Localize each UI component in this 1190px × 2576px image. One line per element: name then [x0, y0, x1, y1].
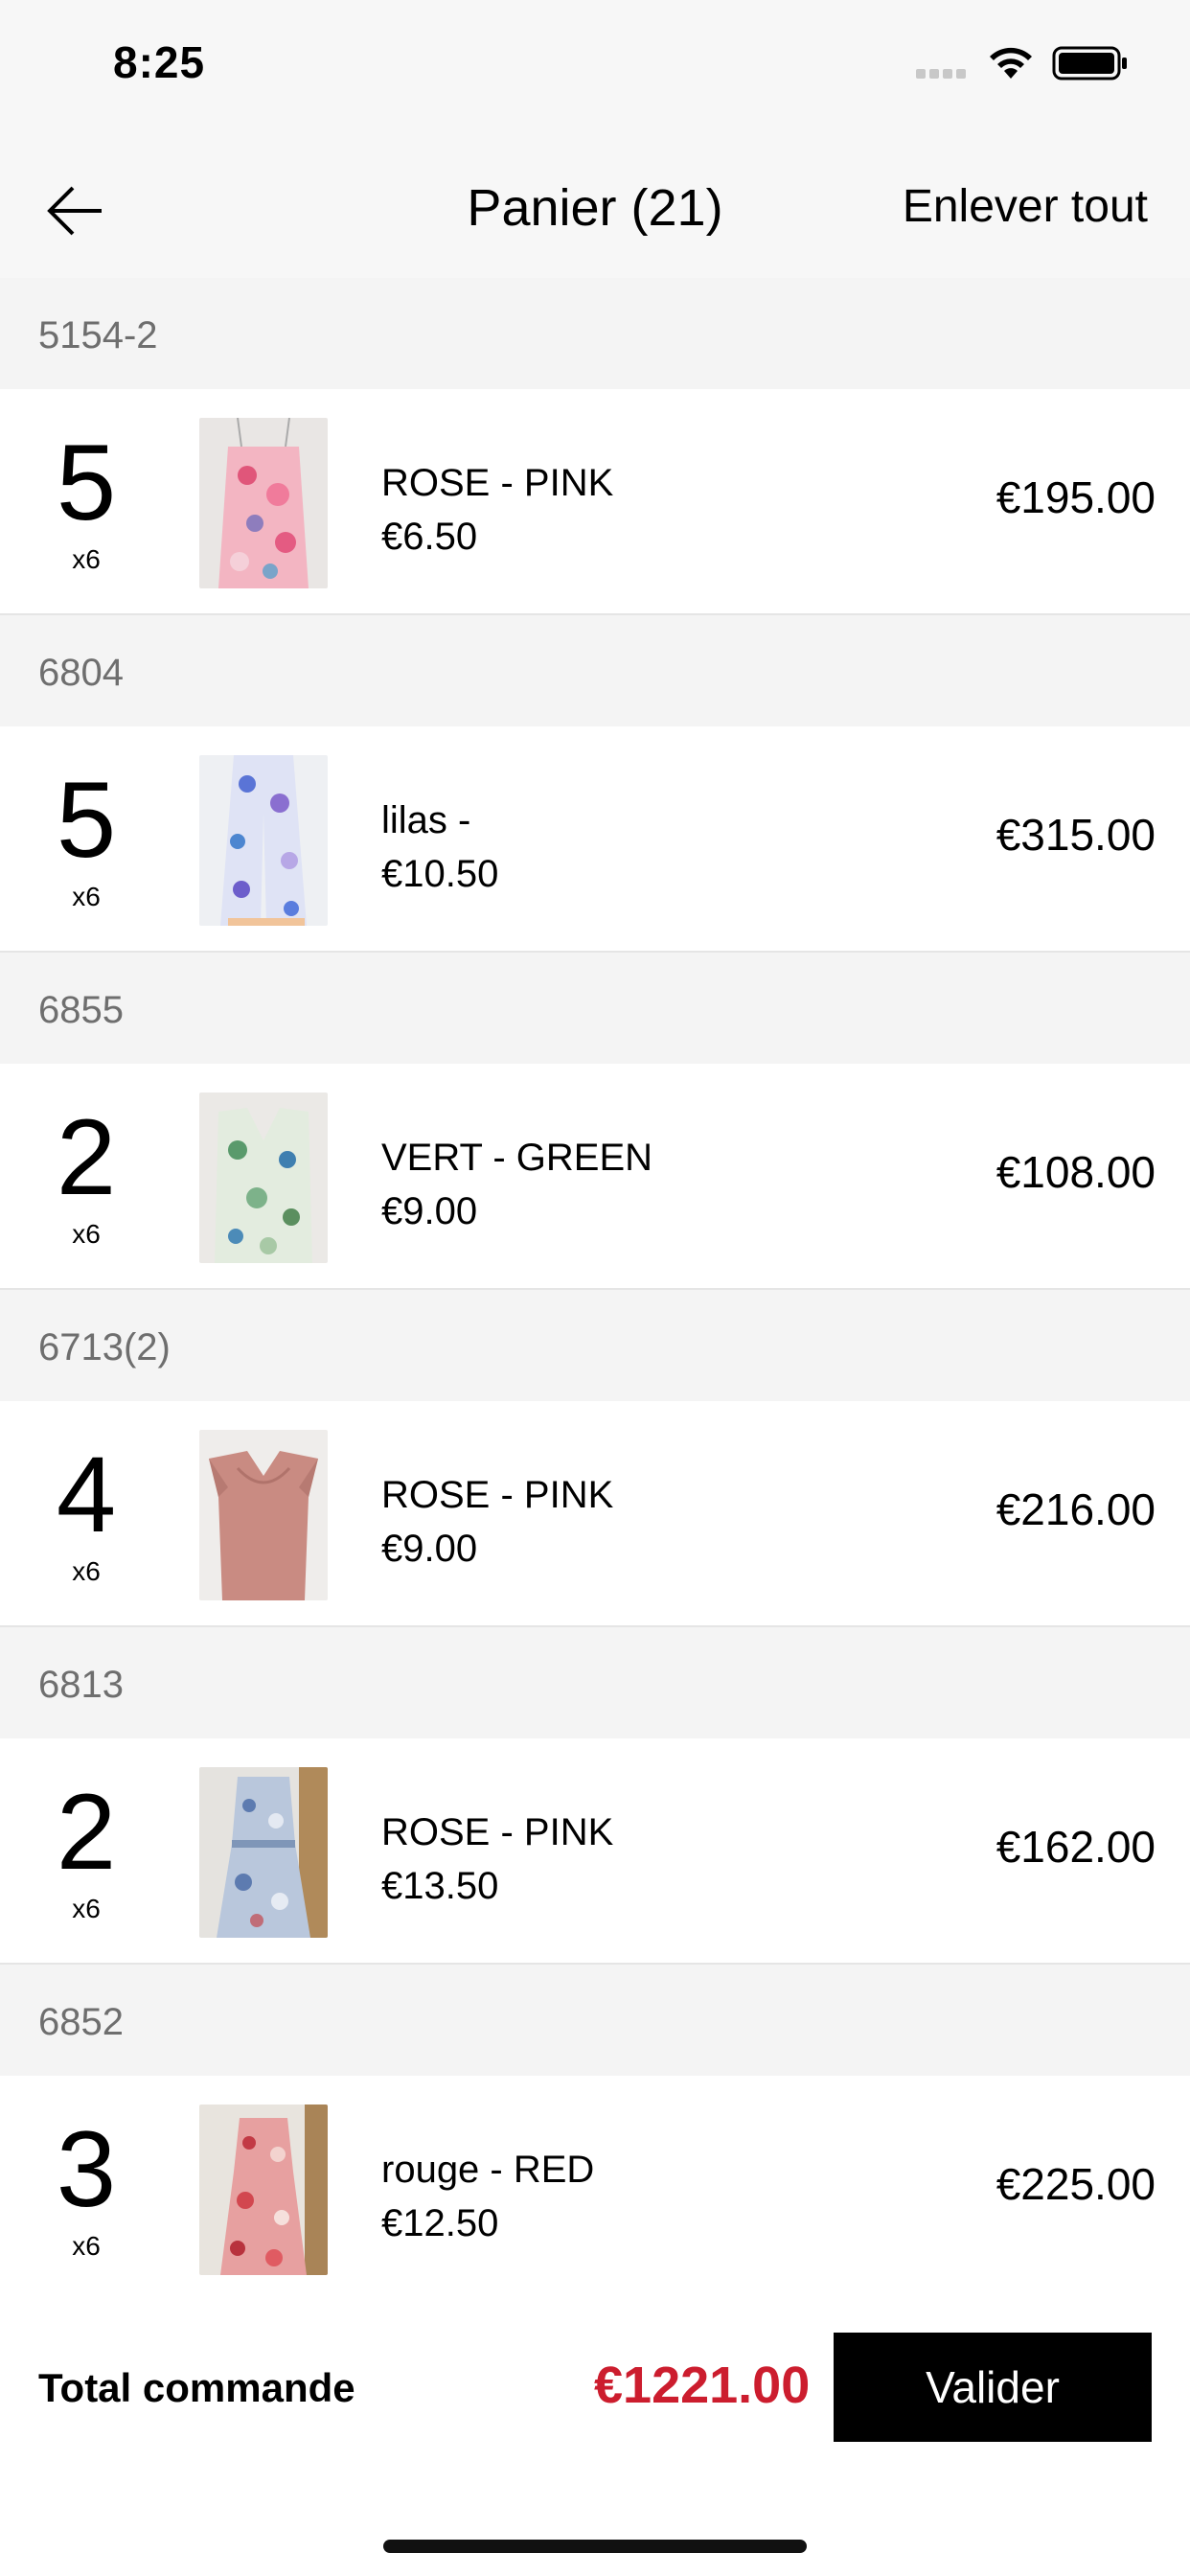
product-thumbnail-blue-floral-dress[interactable]	[199, 1767, 328, 1938]
product-thumbnail-red-floral-dress[interactable]	[199, 2104, 328, 2275]
cart-list: 5154-2 5 x6 ROSE - PINK €6.50 €195.00 68…	[0, 278, 1190, 2302]
item-color: ROSE - PINK	[381, 462, 614, 504]
section-header: 6713(2)	[0, 1290, 1190, 1401]
cart-item-row[interactable]: 5 x6 ROSE - PINK €6.50 €195.00	[0, 389, 1190, 615]
quantity-block: 2 x6	[19, 1104, 153, 1250]
item-total: €225.00	[995, 2159, 1156, 2209]
section-header: 6855	[0, 953, 1190, 1064]
quantity-block: 5 x6	[19, 429, 153, 575]
quantity-block: 2 x6	[19, 1779, 153, 1924]
product-reference: 6804	[38, 652, 124, 694]
product-thumbnail-green-floral-top[interactable]	[199, 1092, 328, 1263]
item-color: ROSE - PINK	[381, 1474, 614, 1516]
item-color: VERT - GREEN	[381, 1137, 653, 1179]
item-total: €216.00	[995, 1484, 1156, 1534]
item-info: ROSE - PINK €9.00	[381, 1468, 613, 1576]
home-indicator[interactable]	[383, 2540, 807, 2553]
cart-item-row[interactable]: 2 x6 VERT - GREEN €9.00 €108.00	[0, 1064, 1190, 1290]
cart-item-row[interactable]: 4 x6 ROSE - PINK €9.00 €216.00	[0, 1401, 1190, 1627]
cart-item-row[interactable]: 2 x6 ROSE - PINK €13.50 €162.00	[0, 1738, 1190, 1965]
product-thumbnail-pink-floral-camisole[interactable]	[199, 418, 328, 588]
product-reference: 5154-2	[38, 314, 158, 356]
item-unit-price: €10.50	[381, 853, 499, 895]
item-unit-price: €9.00	[381, 1190, 478, 1232]
section-header: 6813	[0, 1627, 1190, 1738]
quantity-value: 5	[56, 423, 117, 542]
item-unit-price: €6.50	[381, 516, 478, 558]
quantity-block: 3 x6	[19, 2116, 153, 2262]
item-info: ROSE - PINK €13.50	[381, 1806, 613, 1913]
quantity-value: 2	[56, 1772, 117, 1892]
product-thumbnail-pink-ruffle-top[interactable]	[199, 1430, 328, 1600]
pack-size: x6	[72, 2231, 101, 2261]
cart-item-row[interactable]: 3 x6 rouge - RED €12.50 €225.00	[0, 2076, 1190, 2302]
product-reference: 6852	[38, 2001, 124, 2043]
quantity-block: 5 x6	[19, 767, 153, 912]
pack-size: x6	[72, 1219, 101, 1249]
item-unit-price: €12.50	[381, 2202, 499, 2244]
pack-size: x6	[72, 544, 101, 574]
battery-icon	[1052, 46, 1127, 80]
product-reference: 6713(2)	[38, 1326, 171, 1368]
status-time: 8:25	[113, 37, 206, 87]
validate-button[interactable]: Valider	[834, 2333, 1152, 2442]
product-thumbnail-lilac-floral-pants[interactable]	[199, 755, 328, 926]
item-total: €162.00	[995, 1822, 1156, 1872]
item-info: VERT - GREEN €9.00	[381, 1131, 652, 1238]
item-info: rouge - RED €12.50	[381, 2143, 594, 2250]
cart-item-row[interactable]: 5 x6 lilas - €10.50 €315.00	[0, 726, 1190, 953]
product-reference: 6813	[38, 1664, 124, 1706]
item-unit-price: €9.00	[381, 1528, 478, 1570]
item-total: €195.00	[995, 472, 1156, 522]
wifi-icon	[990, 47, 1032, 79]
product-reference: 6855	[38, 989, 124, 1031]
quantity-value: 3	[56, 2109, 117, 2229]
quantity-value: 2	[56, 1097, 117, 1217]
item-color: ROSE - PINK	[381, 1811, 614, 1853]
pack-size: x6	[72, 882, 101, 911]
clear-all-button[interactable]: Enlever tout	[903, 180, 1148, 233]
item-unit-price: €13.50	[381, 1865, 499, 1907]
item-total: €315.00	[995, 810, 1156, 860]
order-total-value: €1221.00	[594, 2357, 811, 2414]
quantity-value: 4	[56, 1435, 117, 1554]
item-color: rouge - RED	[381, 2149, 595, 2191]
quantity-value: 5	[56, 760, 117, 880]
item-color: lilas -	[381, 799, 471, 841]
nav-bar: Panier (21) Enlever tout	[0, 134, 1190, 279]
order-footer: Total commande €1221.00 Valider	[0, 2300, 1190, 2576]
item-total: €108.00	[995, 1147, 1156, 1197]
cellular-signal-icon	[916, 69, 970, 80]
section-header: 6804	[0, 615, 1190, 726]
status-bar: 8:25	[0, 0, 1190, 134]
pack-size: x6	[72, 1894, 101, 1923]
item-info: ROSE - PINK €6.50	[381, 456, 613, 564]
order-total-label: Total commande	[38, 2365, 355, 2410]
section-header: 5154-2	[0, 278, 1190, 389]
item-info: lilas - €10.50	[381, 794, 498, 901]
pack-size: x6	[72, 1556, 101, 1586]
section-header: 6852	[0, 1965, 1190, 2076]
quantity-block: 4 x6	[19, 1441, 153, 1587]
